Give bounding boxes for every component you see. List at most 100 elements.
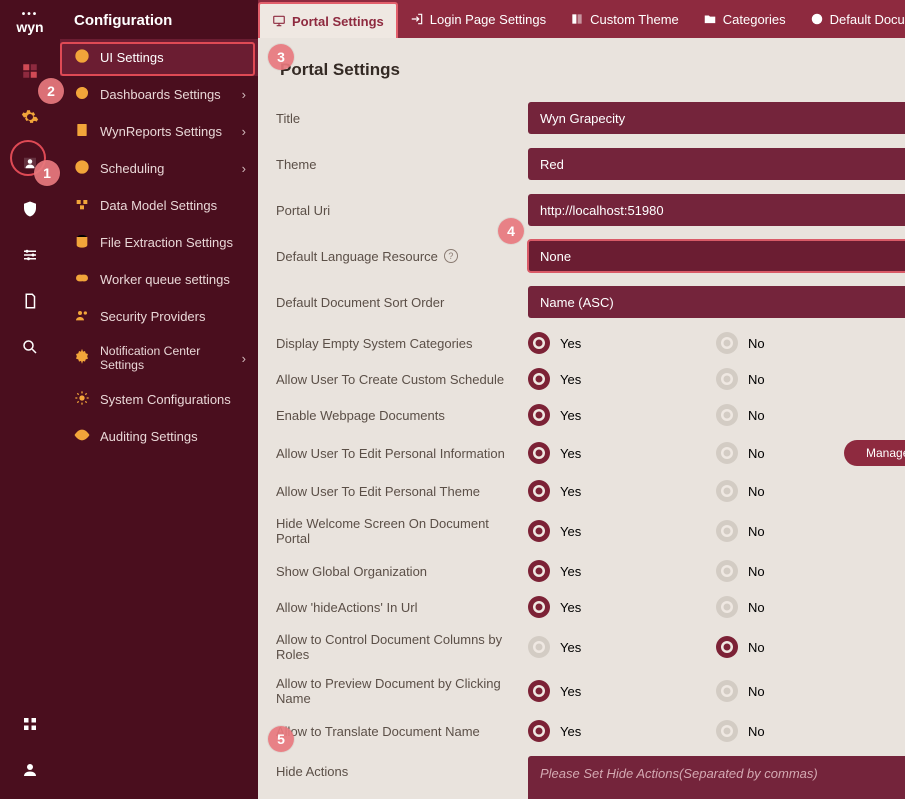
- radio-icon: [528, 520, 550, 542]
- radio-option-no[interactable]: No: [716, 442, 826, 464]
- globe-icon: [74, 48, 90, 67]
- tab-custom-theme[interactable]: Custom Theme: [558, 0, 691, 38]
- sidebar-title: Configuration: [60, 0, 258, 39]
- radio-label: No: [748, 640, 765, 655]
- radio-option-yes[interactable]: Yes: [528, 636, 698, 658]
- form: Title Theme Red ⌄ Portal Uri Default Lan…: [276, 102, 887, 799]
- label-option: Allow User To Create Custom Schedule: [276, 372, 524, 387]
- rail-search-icon[interactable]: [0, 324, 60, 370]
- radio-label: Yes: [560, 524, 581, 539]
- radio-label: No: [748, 524, 765, 539]
- sidebar-item-wynreports-settings[interactable]: WynReports Settings ›: [60, 113, 258, 150]
- sidebar-item-label: WynReports Settings: [100, 124, 222, 139]
- radio-option-no[interactable]: No: [716, 368, 826, 390]
- radio-option-yes[interactable]: Yes: [528, 404, 698, 426]
- select-default-sort-order[interactable]: Name (ASC) ⌄: [528, 286, 905, 318]
- label-option: Display Empty System Categories: [276, 336, 524, 351]
- rail-sliders-icon[interactable]: [0, 232, 60, 278]
- select-default-language-resource[interactable]: None ⌄: [528, 240, 905, 272]
- radio-icon: [716, 332, 738, 354]
- radio-row: Yes No: [528, 636, 905, 658]
- sidebar-item-system-configurations[interactable]: System Configurations: [60, 381, 258, 418]
- sidebar-item-data-model-settings[interactable]: Data Model Settings: [60, 187, 258, 224]
- radio-icon: [716, 680, 738, 702]
- pie-icon: [74, 85, 90, 104]
- page-title: Portal Settings: [280, 60, 887, 80]
- radio-label: No: [748, 484, 765, 499]
- sidebar-item-file-extraction-settings[interactable]: File Extraction Settings: [60, 224, 258, 261]
- label-default-sort-order: Default Document Sort Order: [276, 295, 524, 310]
- radio-label: Yes: [560, 640, 581, 655]
- sidebar-item-label: File Extraction Settings: [100, 235, 233, 250]
- radio-icon: [716, 404, 738, 426]
- tab-categories[interactable]: Categories: [691, 0, 798, 38]
- radio-option-no[interactable]: No: [716, 636, 826, 658]
- radio-row: Yes No: [528, 596, 905, 618]
- textarea-hide-actions[interactable]: [528, 756, 905, 799]
- sidebar-item-security-providers[interactable]: Security Providers: [60, 298, 258, 335]
- tab-default-document-theme[interactable]: Default Document Theme: [798, 0, 905, 38]
- radio-icon: [528, 596, 550, 618]
- radio-option-no[interactable]: No: [716, 680, 826, 702]
- sidebar-item-auditing-settings[interactable]: Auditing Settings: [60, 418, 258, 455]
- callout-3: 3: [268, 44, 294, 70]
- radio-option-yes[interactable]: Yes: [528, 480, 698, 502]
- radio-icon: [528, 480, 550, 502]
- radio-label: Yes: [560, 408, 581, 423]
- tab-portal-settings[interactable]: Portal Settings: [258, 2, 398, 38]
- radio-option-no[interactable]: No: [716, 404, 826, 426]
- radio-option-no[interactable]: No: [716, 480, 826, 502]
- radio-option-yes[interactable]: Yes: [528, 442, 698, 464]
- radio-option-no[interactable]: No: [716, 520, 826, 542]
- select-theme[interactable]: Red ⌄: [528, 148, 905, 180]
- report-icon: [74, 122, 90, 141]
- manage-button[interactable]: Manage: [844, 440, 905, 466]
- main: Portal Settings Login Page Settings Cust…: [258, 0, 905, 799]
- tab-label: Custom Theme: [590, 12, 679, 27]
- input-title[interactable]: [528, 102, 905, 134]
- clock-icon: [74, 159, 90, 178]
- radio-label: Yes: [560, 446, 581, 461]
- radio-icon: [528, 636, 550, 658]
- radio-row: Yes No: [528, 480, 905, 502]
- radio-label: Yes: [560, 600, 581, 615]
- rail-document-icon[interactable]: [0, 278, 60, 324]
- database-icon: [74, 233, 90, 252]
- sidebar-item-label: Data Model Settings: [100, 198, 217, 213]
- sidebar-item-notification-center-settings[interactable]: Notification Center Settings ›: [60, 335, 258, 381]
- help-icon[interactable]: ?: [444, 249, 458, 263]
- sidebar-item-dashboards-settings[interactable]: Dashboards Settings ›: [60, 76, 258, 113]
- chevron-right-icon: ›: [242, 87, 246, 102]
- rail-shield-icon[interactable]: [0, 186, 60, 232]
- radio-option-yes[interactable]: Yes: [528, 560, 698, 582]
- radio-row: Yes No: [528, 404, 905, 426]
- tab-login-page-settings[interactable]: Login Page Settings: [398, 0, 558, 38]
- radio-option-yes[interactable]: Yes: [528, 368, 698, 390]
- radio-option-no[interactable]: No: [716, 596, 826, 618]
- radio-label: No: [748, 336, 765, 351]
- select-value: None: [540, 249, 571, 264]
- radio-option-yes[interactable]: Yes: [528, 680, 698, 702]
- radio-option-yes[interactable]: Yes: [528, 720, 698, 742]
- radio-option-yes[interactable]: Yes: [528, 332, 698, 354]
- radio-option-no[interactable]: No: [716, 720, 826, 742]
- radio-option-no[interactable]: No: [716, 332, 826, 354]
- radio-option-yes[interactable]: Yes: [528, 596, 698, 618]
- label-option: Allow to Translate Document Name: [276, 724, 524, 739]
- brand-text: wyn: [16, 19, 43, 35]
- radio-label: No: [748, 446, 765, 461]
- radio-option-yes[interactable]: Yes: [528, 520, 698, 542]
- label-option: Allow to Control Document Columns by Rol…: [276, 632, 524, 662]
- sidebar-item-label: Auditing Settings: [100, 429, 198, 444]
- rail-account-icon[interactable]: [0, 747, 60, 793]
- radio-option-no[interactable]: No: [716, 560, 826, 582]
- tabs-bar: Portal Settings Login Page Settings Cust…: [258, 0, 905, 38]
- input-portal-uri[interactable]: [528, 194, 905, 226]
- radio-icon: [528, 332, 550, 354]
- rail-apps-icon[interactable]: [0, 701, 60, 747]
- label-option: Enable Webpage Documents: [276, 408, 524, 423]
- sidebar-item-ui-settings[interactable]: UI Settings: [60, 39, 258, 76]
- sidebar-item-scheduling[interactable]: Scheduling ›: [60, 150, 258, 187]
- radio-row: Yes No: [528, 720, 905, 742]
- sidebar-item-worker-queue-settings[interactable]: Worker queue settings: [60, 261, 258, 298]
